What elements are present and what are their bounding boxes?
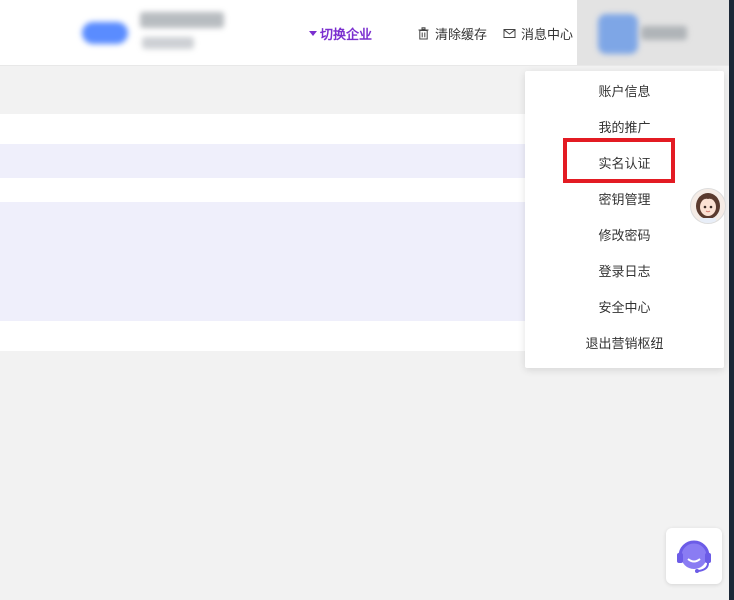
company-logo [82, 22, 128, 44]
menu-item-change-password[interactable]: 修改密码 [525, 219, 724, 255]
mail-icon [503, 29, 516, 38]
customer-service-button[interactable] [666, 528, 722, 584]
table-row [0, 321, 525, 351]
highlight-annotation-box [563, 138, 675, 183]
trash-icon [418, 27, 429, 40]
headset-icon [677, 540, 711, 573]
company-subtitle-blurred [142, 37, 194, 49]
message-center-button[interactable]: 消息中心 [503, 24, 573, 43]
caret-down-icon [309, 31, 317, 36]
message-center-label: 消息中心 [521, 28, 574, 43]
table-row [0, 114, 525, 144]
menu-item-security-center[interactable]: 安全中心 [525, 291, 724, 327]
menu-item-account-info[interactable]: 账户信息 [525, 75, 724, 111]
user-dropdown-menu: 账户信息 我的推广 实名认证 密钥管理 修改密码 登录日志 安全中心 退出营销枢… [525, 71, 724, 368]
avatar [598, 14, 638, 54]
username-blurred [641, 26, 687, 40]
user-menu-trigger[interactable] [577, 0, 729, 65]
menu-item-login-log[interactable]: 登录日志 [525, 255, 724, 291]
table-row [0, 144, 525, 178]
menu-item-exit[interactable]: 退出营销枢纽 [525, 327, 724, 363]
company-name-blurred [140, 12, 224, 28]
assistant-avatar[interactable] [690, 188, 726, 224]
top-header: 切换企业 清除缓存 消息中心 [0, 0, 729, 66]
switch-company-label: 切换企业 [320, 28, 373, 43]
table-row [0, 178, 525, 202]
clear-cache-button[interactable]: 清除缓存 [417, 24, 487, 43]
table-row [0, 202, 525, 321]
assistant-avatar-icon [696, 193, 720, 223]
switch-company-button[interactable]: 切换企业 [309, 24, 372, 43]
window-edge [729, 0, 734, 600]
clear-cache-label: 清除缓存 [435, 28, 488, 43]
